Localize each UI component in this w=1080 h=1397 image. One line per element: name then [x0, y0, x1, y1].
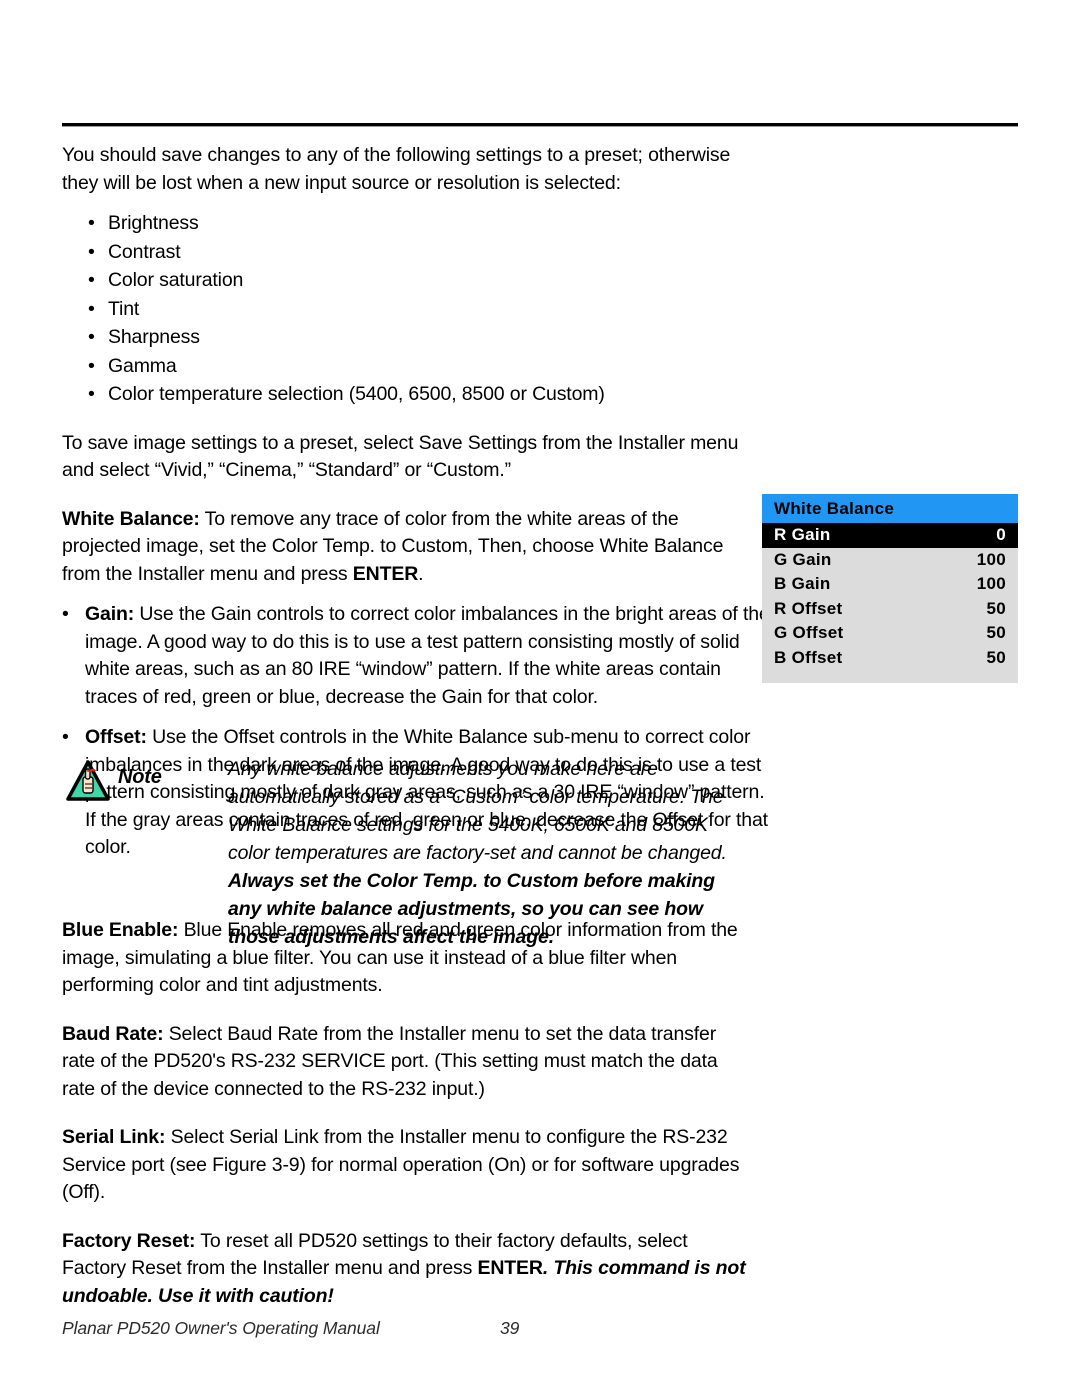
osd-row-label: R Gain — [774, 525, 831, 545]
osd-row-label: B Gain — [774, 574, 831, 594]
intro-paragraph: You should save changes to any of the fo… — [62, 144, 731, 194]
enter-key-label: ENTER — [477, 1257, 543, 1279]
factory-reset-term: Factory Reset: — [62, 1229, 196, 1252]
white-balance-paragraph: White Balance: To remove any trace of co… — [62, 506, 748, 589]
osd-row-b-gain[interactable]: B Gain 100 — [762, 572, 1018, 597]
osd-row-g-offset[interactable]: G Offset 50 — [762, 621, 1018, 646]
page-footer: Planar PD520 Owner's Operating Manual 39 — [62, 1318, 1018, 1339]
bullet-dot-icon: • — [88, 269, 95, 291]
white-balance-term: White Balance: — [62, 507, 200, 530]
osd-row-value: 100 — [976, 549, 1006, 569]
osd-row-r-gain[interactable]: R Gain 0 — [762, 523, 1018, 548]
osd-row-r-offset[interactable]: R Offset 50 — [762, 597, 1018, 622]
bullet-dot-icon: • — [62, 603, 69, 625]
list-item-label: Sharpness — [108, 326, 200, 348]
list-item-label: Contrast — [108, 240, 181, 263]
osd-row-value: 50 — [986, 623, 1006, 643]
osd-row-label: B Offset — [774, 647, 843, 667]
offset-term: Offset: — [85, 726, 147, 748]
list-item: • Color saturation — [62, 266, 1018, 295]
osd-menu-title: White Balance — [762, 494, 1018, 523]
gain-body: Use the Gain controls to correct color i… — [85, 603, 770, 708]
serial-link-paragraph: Serial Link: Select Serial Link from the… — [62, 1124, 748, 1207]
bullet-dot-icon: • — [88, 240, 95, 263]
osd-row-label: R Offset — [774, 598, 843, 618]
osd-row-label: G Offset — [774, 623, 844, 643]
list-item-label: Tint — [108, 297, 140, 320]
list-item-label: Color temperature selection (5400, 6500,… — [108, 383, 605, 405]
list-item: • Color temperature selection (5400, 6500… — [62, 380, 1018, 409]
white-balance-body-end: . — [418, 562, 424, 585]
blue-enable-term: Blue Enable: — [62, 919, 179, 941]
osd-row-value: 50 — [986, 598, 1006, 618]
bullet-dot-icon: • — [88, 326, 95, 348]
note-hand-triangle-icon — [66, 760, 110, 802]
factory-reset-paragraph: Factory Reset: To reset all PD520 settin… — [62, 1228, 748, 1311]
list-item-label: Color saturation — [108, 269, 244, 291]
bullet-dot-icon: • — [88, 297, 95, 320]
list-item: • Brightness — [62, 209, 1018, 238]
osd-row-label: G Gain — [774, 549, 832, 569]
osd-row-value: 50 — [986, 647, 1006, 667]
footer-page-number: 39 — [500, 1318, 520, 1338]
note-label: Note — [118, 766, 162, 788]
list-item: • Contrast — [62, 238, 1018, 267]
bullet-dot-icon: • — [88, 354, 95, 377]
bullet-dot-icon: • — [62, 726, 69, 748]
gain-term: Gain: — [85, 603, 135, 625]
bullet-dot-icon: • — [88, 383, 95, 405]
enter-key-label: ENTER — [352, 562, 419, 585]
bullet-dot-icon: • — [88, 212, 95, 234]
serial-link-term: Serial Link: — [62, 1126, 166, 1148]
note-italic-text: Any white balance adjustments you make h… — [228, 758, 727, 864]
header-divider-rule — [62, 123, 1018, 127]
manual-page: You should save changes to any of the fo… — [0, 0, 1080, 1397]
settings-list: • Brightness • Contrast • Color saturation … — [62, 209, 1018, 409]
baud-rate-term: Baud Rate: — [62, 1022, 164, 1045]
list-item: • Gamma — [62, 352, 1018, 381]
page-body-lower: Blue Enable: Blue Enable removes all red… — [62, 917, 1018, 1310]
gain-bullet: • Gain: Use the Gain controls to correct … — [62, 601, 771, 711]
footer-manual-title: Planar PD520 Owner's Operating Manual — [62, 1318, 380, 1338]
osd-row-g-gain[interactable]: G Gain 100 — [762, 548, 1018, 573]
list-item-label: Gamma — [108, 354, 177, 377]
white-balance-osd-menu: White Balance R Gain 0 G Gain 100 B Gain… — [762, 494, 1018, 683]
osd-row-value: 100 — [976, 574, 1006, 594]
osd-row-value: 0 — [996, 525, 1006, 545]
list-item: • Tint — [62, 295, 1018, 324]
list-item: • Sharpness — [62, 323, 1018, 352]
save-preset-paragraph: To save image settings to a preset, sele… — [62, 431, 739, 482]
list-item-label: Brightness — [108, 212, 199, 234]
blue-enable-paragraph: Blue Enable: Blue Enable removes all red… — [62, 917, 748, 1000]
baud-rate-paragraph: Baud Rate: Select Baud Rate from the Ins… — [62, 1021, 748, 1104]
osd-row-b-offset[interactable]: B Offset 50 — [762, 646, 1018, 671]
